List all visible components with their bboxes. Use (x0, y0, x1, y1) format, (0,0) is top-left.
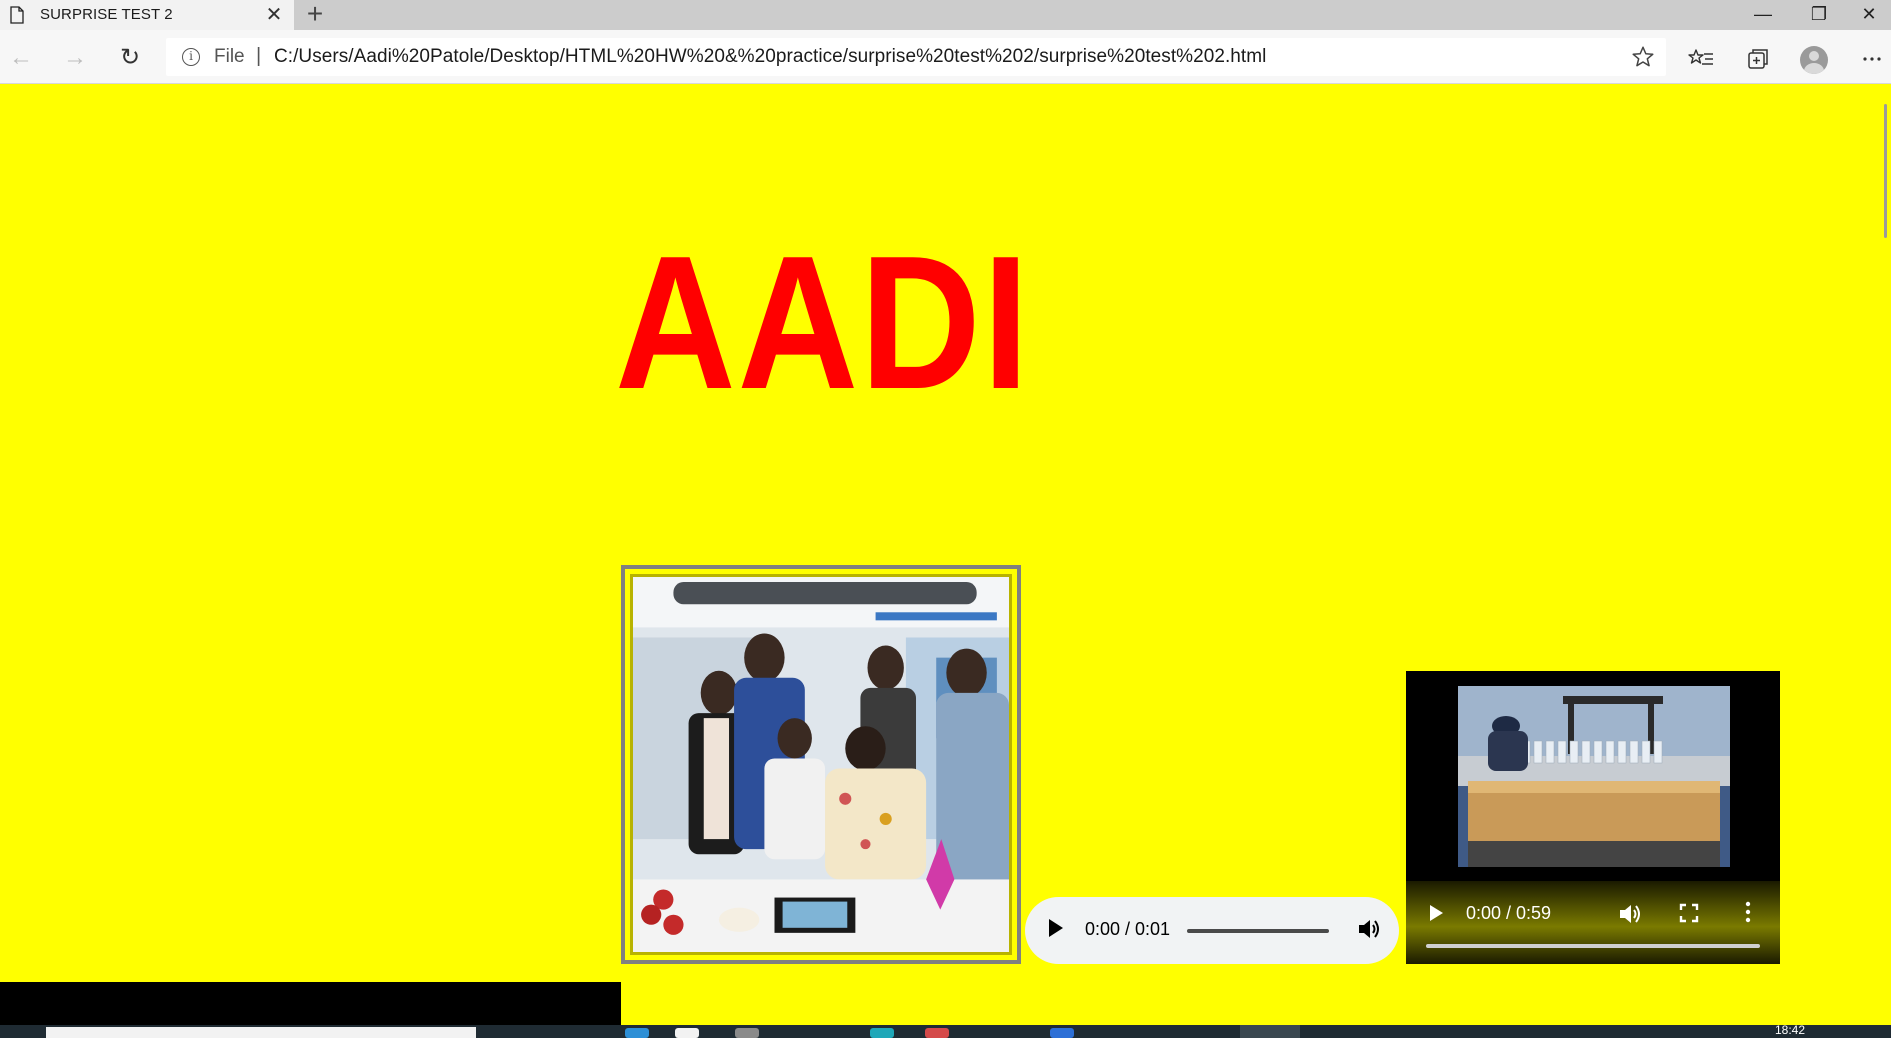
scheme-label: File (214, 46, 245, 67)
more-icon[interactable] (1857, 44, 1887, 74)
video-thumbnail (1458, 686, 1730, 867)
photo-frame (621, 565, 1021, 964)
audio-play-icon[interactable] (1049, 919, 1063, 937)
new-tab-button[interactable]: + (303, 0, 327, 28)
video-volume-icon[interactable] (1617, 901, 1643, 927)
taskbar-search-box[interactable] (46, 1027, 476, 1038)
favorites-icon[interactable] (1686, 44, 1716, 74)
audio-progress-bar[interactable] (1187, 929, 1329, 933)
video-time: 0:00 / 0:59 (1466, 903, 1552, 923)
taskbar-app-icon[interactable] (870, 1028, 894, 1038)
taskbar-app-icon[interactable] (735, 1028, 759, 1038)
taskbar-clock[interactable]: 18:42 (1775, 1023, 1805, 1037)
tab-title: SURPRISE TEST 2 (40, 6, 173, 23)
taskbar-app-icon[interactable] (675, 1028, 699, 1038)
scrollbar-thumb[interactable] (1884, 104, 1887, 238)
maximize-button[interactable]: ❐ (1796, 0, 1842, 30)
taskbar-active-app[interactable] (1240, 1025, 1300, 1038)
collections-icon[interactable] (1742, 44, 1772, 74)
minimize-button[interactable]: — (1740, 0, 1786, 30)
star-icon[interactable] (1630, 44, 1656, 70)
tab-strip: SURPRISE TEST 2 ✕ + — ❐ ✕ (0, 0, 1891, 30)
video-play-icon[interactable] (1430, 905, 1443, 921)
page-heading: AADI (615, 217, 1031, 429)
taskbar-app-icon[interactable] (625, 1028, 649, 1038)
reload-button[interactable]: ↻ (115, 44, 145, 74)
document-icon (10, 6, 24, 24)
tab-close-icon[interactable]: ✕ (264, 5, 284, 25)
celebration-photo (630, 574, 1012, 955)
close-window-button[interactable]: ✕ (1846, 0, 1891, 30)
info-icon[interactable]: i (182, 48, 200, 66)
audio-volume-icon[interactable] (1356, 916, 1382, 942)
url-text[interactable]: C:/Users/Aadi%20Patole/Desktop/HTML%20HW… (274, 46, 1266, 68)
browser-toolbar: ← → ↻ i File | C:/Users/Aadi%20Patole/De… (0, 30, 1891, 84)
forward-button[interactable]: → (60, 44, 90, 74)
audio-player: 0:00 / 0:01 (1025, 897, 1399, 964)
taskbar-app-icon[interactable] (1050, 1028, 1074, 1038)
photo-image (633, 577, 1009, 952)
address-bar[interactable]: i File | C:/Users/Aadi%20Patole/Desktop/… (166, 38, 1666, 76)
audio-time: 0:00 / 0:01 (1085, 919, 1171, 939)
profile-avatar[interactable] (1800, 46, 1828, 74)
taskbar-app-icon[interactable] (925, 1028, 949, 1038)
video-more-icon[interactable] (1743, 899, 1753, 925)
address-separator: | (256, 45, 262, 67)
video-frame (1458, 686, 1730, 867)
video-progress-bar[interactable] (1426, 944, 1760, 948)
video-controls: 0:00 / 0:59 (1406, 881, 1780, 964)
taskbar: 18:42 (0, 1023, 1891, 1038)
tab-surprise-test-2[interactable]: SURPRISE TEST 2 ✕ (0, 0, 294, 30)
back-button[interactable]: ← (6, 44, 36, 74)
fullscreen-icon[interactable] (1677, 901, 1701, 925)
video-player[interactable]: 0:00 / 0:59 (1406, 671, 1780, 964)
black-block (0, 982, 621, 1025)
